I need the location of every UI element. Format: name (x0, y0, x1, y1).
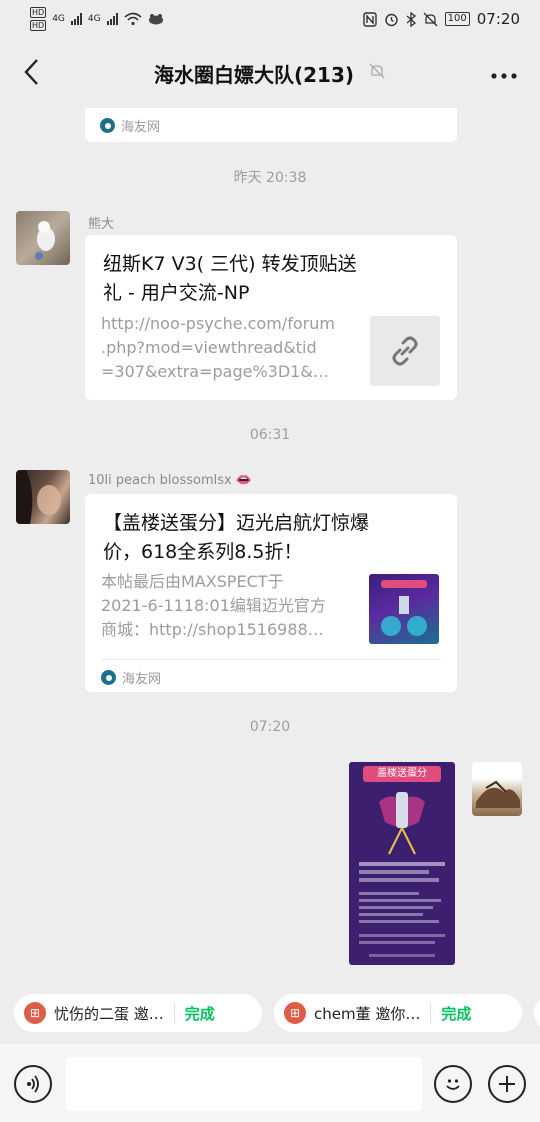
battery-level: 100 (444, 12, 470, 26)
status-right: 100 07:20 (362, 10, 520, 28)
status-left: HD HD 4G 4G (30, 7, 164, 31)
card-source: 海友网 (101, 668, 161, 687)
chevron-left-icon (24, 59, 38, 85)
sent-image[interactable]: 盖楼送蛋分 (349, 762, 455, 965)
plus-button[interactable] (488, 1065, 526, 1103)
invite-label: chem董 邀你… (314, 1004, 421, 1023)
sender-name-text: 10li peach blossomlsx (88, 473, 232, 488)
card-desc-line-2: .php?mod=viewthread&tid (101, 338, 317, 357)
hd-badge: HD (30, 7, 47, 18)
source-name: 海友网 (121, 120, 161, 135)
card-title-line-2: 价，618全系列8.5折！ (103, 541, 303, 563)
avatar[interactable] (16, 211, 70, 265)
invite-pill-3-partial[interactable] (534, 994, 540, 1032)
chat-area[interactable]: 海友网 昨天 20:38 熊大 纽斯K7 V3( 三代) 转发顶贴送 礼 - 用… (0, 108, 540, 980)
invite-pill-1[interactable]: ⊞ 忧伤的二蛋 邀… 完成 (14, 994, 262, 1032)
app-notification-icon (148, 14, 163, 25)
chat-title: 海水圈白嫖大队(213) (153, 62, 355, 87)
card-title-line-2: 礼 - 用户交流-NP (103, 282, 250, 304)
message-input[interactable] (66, 1057, 422, 1111)
more-horizontal-icon (491, 73, 517, 79)
status-bar: HD HD 4G 4G 100 07:20 (0, 0, 540, 38)
card-desc-line-3: 商城：http://shop1516988… (101, 620, 324, 639)
card-desc-line-1: 本帖最后由MAXSPECT于 (101, 572, 284, 591)
signal-icon-2 (106, 13, 118, 25)
card-divider (101, 659, 441, 660)
link-thumbnail (370, 316, 440, 386)
link-card[interactable]: 【盖楼送蛋分】迈光启航灯惊爆 价，618全系列8.5折！ 本帖最后由MAXSPE… (85, 494, 457, 692)
pill-separator (173, 1003, 175, 1023)
invite-label: 忧伤的二蛋 邀… (54, 1004, 164, 1023)
voice-button[interactable] (14, 1065, 52, 1103)
signal-icon (70, 13, 82, 25)
gift-icon: ⊞ (24, 1002, 46, 1024)
link-card[interactable]: 纽斯K7 V3( 三代) 转发顶贴送 礼 - 用户交流-NP http://no… (85, 235, 457, 400)
done-button[interactable]: 完成 (185, 1003, 215, 1024)
gift-icon: ⊞ (284, 1002, 306, 1024)
poster-graphic (359, 792, 445, 957)
card-source: 海友网 (100, 116, 160, 135)
network-label-2: 4G (87, 14, 101, 24)
chat-header: 海水圈白嫖大队(213) (0, 38, 540, 108)
source-logo-icon (101, 670, 116, 685)
emoji-button[interactable] (434, 1065, 472, 1103)
timestamp: 06:31 (249, 427, 291, 443)
card-desc-line-1: http://noo-psyche.com/forum (101, 314, 335, 333)
wifi-icon (124, 12, 142, 26)
avatar[interactable] (16, 470, 70, 524)
invite-actions: ⊞ 忧伤的二蛋 邀… 完成 ⊞ chem董 邀你… 完成 (0, 980, 540, 1044)
card-title-line-1: 纽斯K7 V3( 三代) 转发顶贴送 (103, 253, 357, 275)
sender-name: 10li peach blossomlsx 👄 (88, 473, 252, 488)
timestamp: 昨天 20:38 (233, 170, 307, 186)
hd-badge-2: HD (30, 20, 47, 31)
sender-name: 熊大 (88, 217, 115, 232)
voice-icon (27, 1075, 39, 1093)
bell-muted-icon (368, 62, 386, 84)
my-avatar[interactable] (472, 762, 522, 816)
back-button[interactable] (16, 58, 46, 88)
nfc-icon (362, 11, 377, 27)
card-desc-line-3: =307&extra=page%3D1&… (101, 362, 329, 381)
invite-pill-2[interactable]: ⊞ chem董 邀你… 完成 (274, 994, 522, 1032)
sender-emoji: 👄 (235, 473, 253, 488)
card-desc-line-2: 2021-6-1118:01编辑迈光官方 (101, 596, 326, 615)
done-button[interactable]: 完成 (441, 1003, 471, 1024)
pill-separator (430, 1003, 432, 1023)
input-bar (0, 1044, 540, 1122)
more-options-button[interactable] (490, 62, 518, 82)
alarm-icon (384, 13, 398, 26)
status-time: 07:20 (476, 10, 520, 28)
source-name: 海友网 (122, 672, 162, 687)
silent-bell-icon (423, 12, 438, 26)
emoji-icon (446, 1079, 460, 1090)
promo-thumbnail (369, 574, 439, 644)
source-logo-icon (100, 118, 115, 133)
card-title-line-1: 【盖楼送蛋分】迈光启航灯惊爆 (103, 512, 370, 534)
link-card-partial[interactable]: 海友网 (85, 108, 457, 142)
link-icon (392, 336, 418, 366)
network-label-1: 4G (52, 14, 65, 24)
timestamp: 07:20 (249, 719, 291, 735)
plus-icon (499, 1076, 515, 1092)
bluetooth-icon (406, 11, 416, 27)
